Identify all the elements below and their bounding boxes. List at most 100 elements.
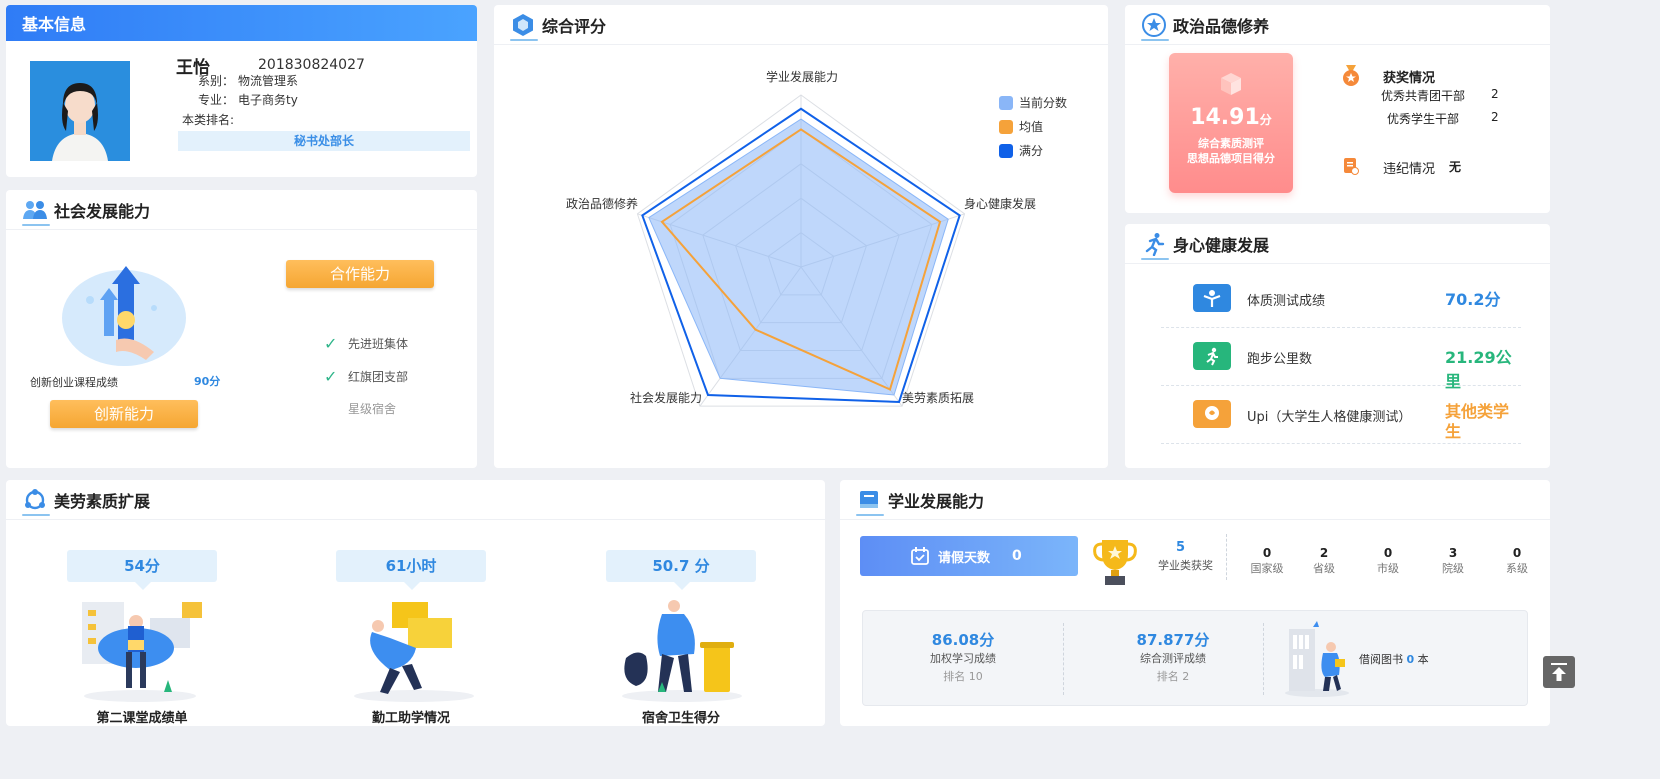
weighted-score-col: 86.08分 加权学习成绩 排名 10	[863, 629, 1063, 684]
rank-label: 本类排名:	[181, 113, 234, 127]
academic-title: 学业发展能力	[888, 491, 985, 511]
political-header: 政治品德修养	[1125, 5, 1550, 45]
cycle-icon	[22, 487, 48, 513]
overall-rank: 排名 2	[1156, 670, 1190, 683]
political-card: 政治品德修养 14.91分 综合素质测评 思想品德项目得分 获奖情况 优秀共青团干…	[1125, 5, 1550, 213]
honor-item: 星级宿舍	[324, 400, 396, 417]
legend-label: 满分	[1019, 144, 1044, 158]
second-class-illustration	[78, 596, 208, 706]
dept-row: 系别： 物流管理系	[178, 72, 298, 89]
aesthetics-header: 美劳素质扩展	[6, 480, 825, 520]
honor-item: ✓ 红旗团支部	[324, 367, 408, 386]
legend-swatch	[999, 119, 1013, 134]
axis-label: 政治品德修养	[566, 197, 639, 211]
books-borrowed: 借阅图书 0 本	[1359, 653, 1429, 666]
health-value: 21.29公里	[1445, 348, 1512, 391]
major-value: 电子商务ty	[238, 93, 298, 107]
social-header: 社会发展能力	[6, 190, 477, 230]
health-row-upi: Upi（大学生人格健康测试） 其他类学生	[1161, 388, 1521, 444]
legend-swatch	[999, 95, 1013, 110]
check-icon: ✓	[324, 367, 338, 386]
legend-label: 均值	[1019, 120, 1044, 134]
calendar-icon	[911, 547, 929, 565]
level-stat: 0 市级	[1377, 546, 1399, 575]
fitness-icon	[1193, 284, 1231, 312]
axis-label: 美劳素质拓展	[902, 391, 975, 405]
check-icon: ✓	[324, 334, 338, 353]
dorm-hygiene-value: 50.7 分	[606, 550, 756, 590]
dorm-hygiene-illustration	[618, 596, 748, 706]
overall-score: 87.877分	[1136, 631, 1210, 649]
innovation-illustration	[56, 260, 196, 374]
academic-card: 学业发展能力 请假天数 0 5 学业类获奖 0 国家级 2 省级 0 市级 3 院级 0…	[840, 480, 1550, 726]
dept-value: 物流管理系	[238, 74, 299, 88]
violation-value: 无	[1449, 160, 1462, 174]
overall-score-col: 87.877分 综合测评成绩 排名 2	[1073, 629, 1273, 684]
award-label: 学业类获奖	[1158, 559, 1213, 572]
level-stat: 0 系级	[1506, 546, 1528, 575]
leave-days-bar: 请假天数 0	[860, 536, 1078, 576]
legend-mean[interactable]: 均值	[999, 118, 1043, 135]
leave-label: 请假天数	[938, 550, 991, 566]
second-class-value: 54分	[67, 550, 217, 590]
major-label: 专业：	[197, 93, 234, 107]
level-stat: 0 国家级	[1250, 546, 1284, 575]
moral-score-box: 14.91分 综合素质测评 思想品德项目得分	[1169, 53, 1293, 193]
honor-label: 星级宿舍	[348, 402, 397, 416]
course-label: 创新创业课程成绩	[30, 376, 118, 389]
stat-divider	[1226, 534, 1227, 580]
overall-title: 综合评分	[542, 16, 607, 36]
major-row: 专业： 电子商务ty	[178, 91, 298, 108]
axis-label: 社会发展能力	[630, 391, 703, 405]
books-count: 0	[1406, 653, 1415, 666]
overall-score-card: 综合评分 学业发展能力 身心健康发展 美劳素质拓展 社会发展能力 政治品德修养 …	[494, 5, 1108, 468]
honor-label: 红旗团支部	[348, 370, 409, 384]
scores-box: 86.08分 加权学习成绩 排名 10 87.877分 综合测评成绩 排名 2	[862, 610, 1528, 706]
leave-count: 0	[1012, 548, 1022, 564]
social-ability-card: 社会发展能力 合作能力 创新创业课程成绩 90分 创新能力 ✓ 先进班集体 ✓ 红旗…	[6, 190, 477, 468]
student-id: 201830824027	[258, 57, 365, 73]
student-photo	[30, 61, 130, 161]
violation-label: 违纪情况	[1383, 162, 1436, 177]
weighted-rank: 排名 10	[943, 670, 983, 683]
hexagon-icon	[510, 12, 536, 38]
book-icon	[856, 487, 882, 513]
basic-info-title: 基本信息	[22, 15, 87, 34]
back-to-top-button[interactable]	[1543, 656, 1575, 688]
award-count: 2	[1491, 110, 1499, 124]
exit-run-icon	[1193, 342, 1231, 370]
honor-label: 先进班集体	[348, 337, 409, 351]
health-title: 身心健康发展	[1173, 235, 1270, 255]
bookshelf-illustration	[1283, 621, 1353, 701]
health-header: 身心健康发展	[1125, 224, 1550, 264]
work-study-value: 61小时	[336, 550, 486, 590]
legend-swatch	[999, 143, 1013, 158]
dorm-hygiene-caption: 宿舍卫生得分	[641, 711, 720, 726]
health-row-fitness: 体质测试成绩 70.2分	[1161, 272, 1521, 328]
aesthetics-card: 美劳素质扩展 54分 第二课堂成绩单 61小时 勤工助学情况 50.7 分 宿舍…	[6, 480, 825, 726]
overall-header: 综合评分	[494, 5, 1108, 45]
health-value: 70.2分	[1445, 290, 1501, 309]
weighted-label: 加权学习成绩	[930, 652, 996, 665]
arrow-up-icon	[1551, 663, 1567, 681]
moral-score-desc: 综合素质测评 思想品德项目得分	[1187, 137, 1275, 165]
legend-current[interactable]: 当前分数	[999, 94, 1067, 111]
work-study-illustration	[350, 596, 480, 706]
legend-max[interactable]: 满分	[999, 142, 1043, 159]
health-label: 跑步公里数	[1247, 352, 1313, 367]
health-label: Upi（大学生人格健康测试）	[1247, 410, 1412, 425]
cube-icon	[1221, 73, 1241, 95]
award-label: 优秀学生干部	[1387, 112, 1460, 126]
running-icon	[1141, 231, 1167, 257]
innovation-ribbon: 创新能力	[50, 400, 198, 428]
award-label: 优秀共青团干部	[1381, 89, 1466, 103]
health-card: 身心健康发展 体质测试成绩 70.2分 跑步公里数 21.29公里 Upi（大学…	[1125, 224, 1550, 468]
rank-row: 本类排名:	[178, 111, 238, 128]
health-row-running: 跑步公里数 21.29公里	[1161, 330, 1521, 391]
trophy-icon	[1092, 536, 1138, 592]
second-class-caption: 第二课堂成绩单	[96, 711, 188, 726]
overall-label: 综合测评成绩	[1140, 652, 1206, 665]
dept-label: 系别：	[197, 74, 234, 88]
political-title: 政治品德修养	[1173, 16, 1270, 36]
level-stat: 2 省级	[1313, 546, 1335, 575]
